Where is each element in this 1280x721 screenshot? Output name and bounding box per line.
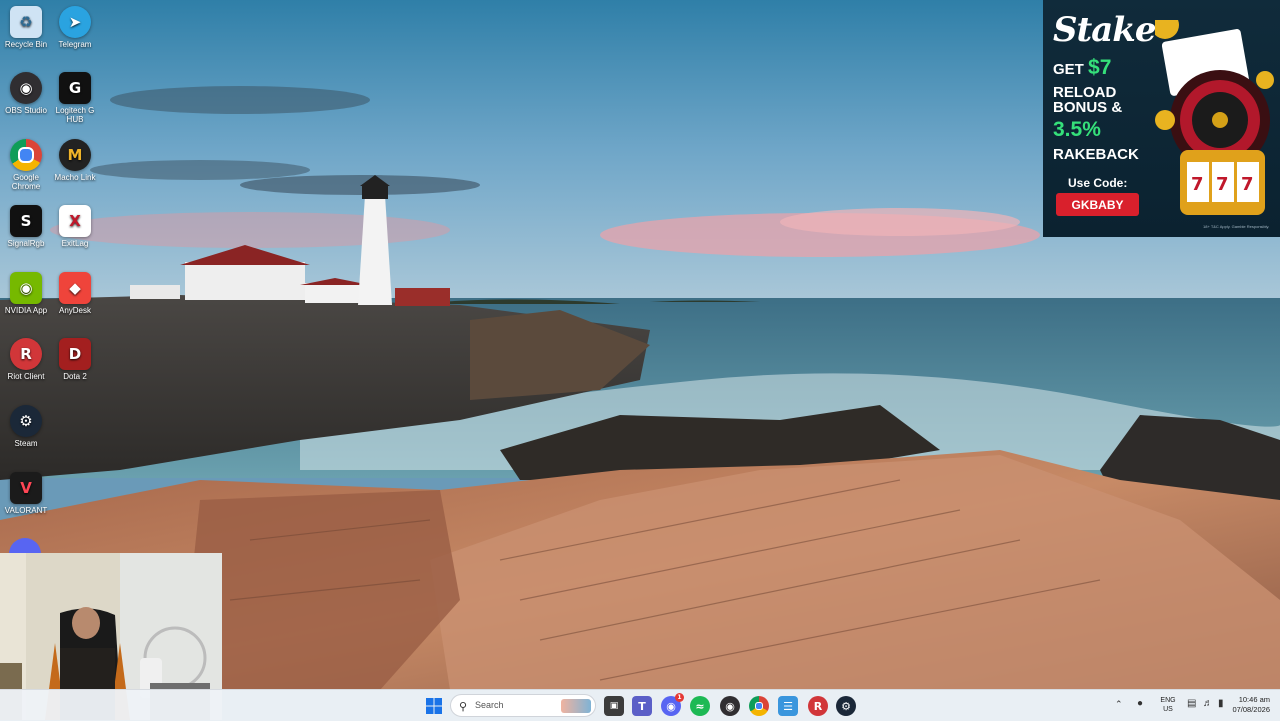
desktop-icon-label: ExitLag <box>61 239 89 248</box>
steam-taskbar-icon[interactable]: ⚙ <box>836 696 856 716</box>
show-hidden-icons-button[interactable]: ⌃ <box>1115 699 1123 710</box>
ad-promo-code-button[interactable]: GKBABY <box>1056 193 1139 216</box>
desktop-icon-telegram[interactable]: ➤ Telegram <box>49 6 101 49</box>
language-code: ENG <box>1160 697 1176 704</box>
ad-line-3: BONUS & <box>1053 99 1123 116</box>
obs-taskbar-icon[interactable]: ◉ <box>720 696 740 716</box>
desktop-icon-google-chrome[interactable]: Google Chrome <box>0 139 52 191</box>
search-icon: ⚲ <box>459 701 468 713</box>
battery-icon[interactable]: ▮ <box>1218 698 1224 709</box>
taskbar: ⚲ Search ▣ T ◉ 1 ≈ ◉ ☰ R ⚙ ⌃ ● ENG US ▤ … <box>0 689 1280 721</box>
desktop-icon-logitech-g-hub[interactable]: G Logitech G HUB <box>49 72 101 124</box>
logitech-icon: G <box>59 72 91 104</box>
discord-notification-badge: 1 <box>675 693 684 702</box>
desktop-icon-label: NVIDIA App <box>4 306 48 315</box>
task-view-icon[interactable]: ▣ <box>604 696 624 716</box>
desktop-icon-label: Dota 2 <box>63 372 87 381</box>
signalrgb-icon: S <box>10 205 42 237</box>
ad-fine-print: 18+ T&C Apply. Gamble Responsibly. <box>1203 224 1270 229</box>
ad-rakeback-percent: 3.5% <box>1053 118 1101 141</box>
ad-brand-logo: Stake <box>1053 10 1156 50</box>
search-highlight-icon <box>561 699 591 713</box>
casino-art-icon: 7 7 7 <box>1155 20 1274 215</box>
spotify-icon[interactable]: ≈ <box>690 696 710 716</box>
desktop-icon-label: OBS Studio <box>5 106 47 115</box>
desktop-icon-steam[interactable]: ⚙ Steam <box>0 405 52 448</box>
desktop-icon-dota-2[interactable]: D Dota 2 <box>49 338 101 381</box>
desktop-icon-macho-link[interactable]: M Macho Link <box>49 139 101 182</box>
telegram-icon: ➤ <box>59 6 91 38</box>
clock-time: 10:46 am <box>1238 695 1270 704</box>
riot-taskbar-icon[interactable]: R <box>808 696 828 716</box>
desktop-icon-label: Google Chrome <box>11 173 41 191</box>
desktop-icon-label: SignalRgb <box>7 239 45 248</box>
desktop-icon-obs-studio[interactable]: ◉ OBS Studio <box>0 72 52 115</box>
chrome-taskbar-icon[interactable] <box>749 696 769 716</box>
notepad-icon[interactable]: ☰ <box>778 696 798 716</box>
desktop-icon-label: Macho Link <box>54 173 96 182</box>
desktop-icon-label: Logitech G HUB <box>55 106 95 124</box>
desktop-icon-label: Telegram <box>58 40 92 49</box>
desktop-icon-valorant[interactable]: V VALORANT <box>0 472 52 515</box>
clock-date: 07/08/2026 <box>1232 705 1270 714</box>
start-button[interactable] <box>424 696 444 716</box>
region-code: US <box>1163 706 1173 713</box>
ad-line-2: RELOAD <box>1053 84 1117 101</box>
desktop-icon-recycle-bin[interactable]: ♻ Recycle Bin <box>0 6 52 49</box>
windows-logo-icon <box>426 698 442 714</box>
svg-text:7: 7 <box>1191 174 1204 195</box>
desktop-icon-label: Riot Client <box>7 372 45 381</box>
chrome-icon <box>10 139 42 171</box>
system-clock[interactable]: 10:46 am 07/08/2026 <box>1232 695 1270 715</box>
stake-advertisement[interactable]: Stake GET $7 RELOAD BONUS & 3.5% RAKEBAC… <box>1043 0 1280 237</box>
ad-code-label: Use Code: <box>1068 176 1128 190</box>
desktop-icon-nvidia-app[interactable]: ◉ NVIDIA App <box>0 272 52 315</box>
valorant-icon: V <box>10 472 42 504</box>
svg-text:7: 7 <box>1216 174 1229 195</box>
dota-icon: D <box>59 338 91 370</box>
desktop-icon-label: Steam <box>14 439 38 448</box>
taskbar-search-input[interactable]: ⚲ Search <box>450 694 596 717</box>
ad-line-5: RAKEBACK <box>1053 146 1139 163</box>
nvidia-icon: ◉ <box>10 272 42 304</box>
ad-line-1: GET $7 <box>1053 57 1111 78</box>
ad-line-1-prefix: GET <box>1053 61 1084 78</box>
desktop-icon-anydesk[interactable]: ◆ AnyDesk <box>49 272 101 315</box>
desktop-icon-riot-client[interactable]: R Riot Client <box>0 338 52 381</box>
exitlag-icon: X <box>59 205 91 237</box>
desktop-icon-signalrgb[interactable]: S SignalRgb <box>0 205 52 248</box>
ad-bonus-amount: $7 <box>1088 56 1112 79</box>
svg-text:7: 7 <box>1241 174 1254 195</box>
riot-icon: R <box>10 338 42 370</box>
steam-icon: ⚙ <box>10 405 42 437</box>
network-icon[interactable]: ▤ <box>1187 698 1196 709</box>
desktop-icon-label: AnyDesk <box>58 306 91 315</box>
volume-icon[interactable]: ♬ <box>1203 698 1213 709</box>
desktop-icon-exitlag[interactable]: X ExitLag <box>49 205 101 248</box>
recycle-bin-icon: ♻ <box>10 6 42 38</box>
teams-icon[interactable]: T <box>632 696 652 716</box>
desktop-icon-label: Recycle Bin <box>4 40 48 49</box>
discord-taskbar-icon[interactable]: ◉ 1 <box>661 693 684 716</box>
search-placeholder: Search <box>475 700 504 710</box>
anydesk-icon: ◆ <box>59 272 91 304</box>
macho-link-icon: M <box>59 139 91 171</box>
language-indicator[interactable]: ENG US <box>1158 696 1178 714</box>
microphone-icon[interactable]: ● <box>1137 698 1143 709</box>
desktop-icon-label: VALORANT <box>4 506 48 515</box>
obs-icon: ◉ <box>10 72 42 104</box>
